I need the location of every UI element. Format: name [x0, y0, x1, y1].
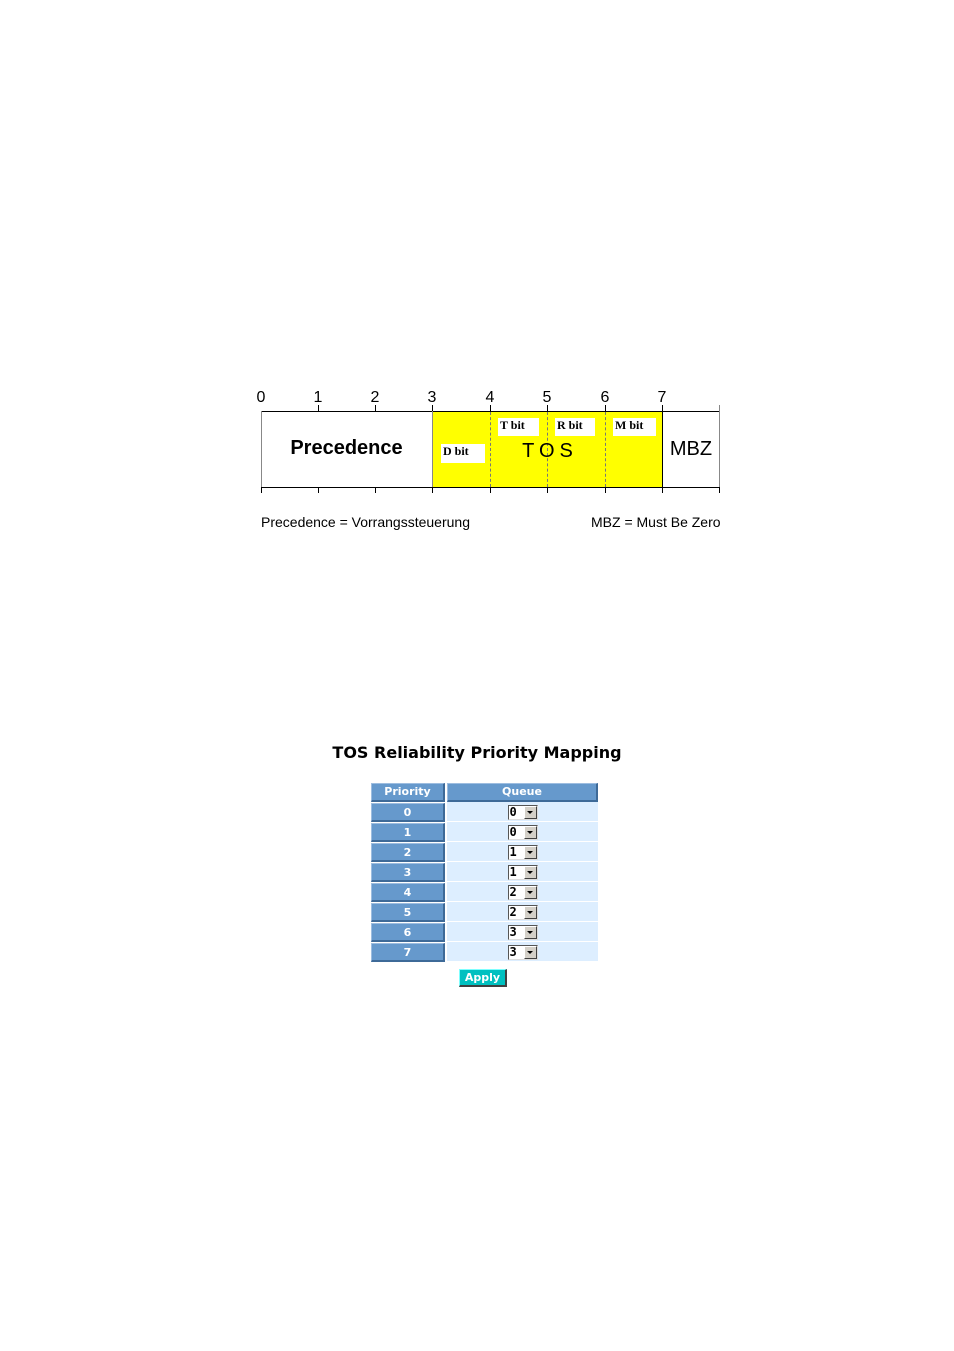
column-header-priority: Priority: [371, 783, 445, 802]
priority-cell: 0: [371, 803, 445, 822]
chevron-down-icon[interactable]: [523, 925, 537, 939]
priority-cell: 5: [371, 903, 445, 922]
table-row: 4 2: [371, 882, 598, 902]
priority-cell: 3: [371, 863, 445, 882]
priority-cell: 7: [371, 943, 445, 962]
priority-cell: 6: [371, 923, 445, 942]
queue-select[interactable]: 3: [507, 944, 538, 960]
page-title: TOS Reliability Priority Mapping: [332, 743, 622, 762]
priority-cell: 1: [371, 823, 445, 842]
field-border: [432, 411, 433, 487]
bit-position-label: 0: [256, 389, 266, 406]
table-row: 1 0: [371, 822, 598, 842]
queue-select-value: 2: [509, 904, 517, 919]
tick-mark: [375, 487, 376, 493]
tos-byte-diagram: 0 1 2 3 4 5 6 7 Precedence TOS MBZ D bit…: [0, 0, 954, 560]
chevron-down-icon[interactable]: [523, 905, 537, 919]
apply-button[interactable]: Apply: [459, 969, 507, 987]
queue-select-value: 0: [509, 824, 517, 839]
table-row: 2 1: [371, 842, 598, 862]
table-row: 6 3: [371, 922, 598, 942]
queue-select-value: 2: [509, 884, 517, 899]
priority-cell: 2: [371, 843, 445, 862]
m-bit-label: M bit: [613, 418, 656, 436]
mbz-label: MBZ: [669, 438, 713, 460]
queue-select[interactable]: 2: [507, 884, 538, 900]
priority-mapping-table: Priority Queue 0 0 1 0 2 1 3 1 4 2 5 2 6: [369, 783, 600, 962]
chevron-down-icon[interactable]: [523, 885, 537, 899]
chevron-down-icon[interactable]: [523, 805, 537, 819]
tick-mark: [490, 405, 491, 411]
precedence-label: Precedence: [290, 437, 403, 459]
table-row: 5 2: [371, 902, 598, 922]
tick-mark: [375, 405, 376, 411]
tick-mark: [432, 487, 433, 493]
chevron-down-icon[interactable]: [523, 945, 537, 959]
tick-mark: [318, 405, 319, 411]
chevron-down-icon[interactable]: [523, 845, 537, 859]
tick-mark: [605, 487, 606, 493]
queue-select-value: 3: [509, 944, 517, 959]
queue-select[interactable]: 1: [507, 864, 538, 880]
tick-mark: [318, 487, 319, 493]
tick-mark: [547, 487, 548, 493]
queue-select-value: 1: [509, 864, 517, 879]
tick-mark: [662, 487, 663, 493]
column-header-queue: Queue: [447, 783, 598, 802]
t-bit-label: T bit: [498, 418, 539, 436]
chevron-down-icon[interactable]: [523, 865, 537, 879]
queue-select-value: 0: [509, 804, 517, 819]
table-row: 0 0: [371, 802, 598, 822]
chevron-down-icon[interactable]: [523, 825, 537, 839]
tick-mark: [605, 405, 606, 411]
queue-select[interactable]: 0: [507, 804, 538, 820]
tick-mark: [261, 487, 262, 493]
table-row: 3 1: [371, 862, 598, 882]
legend-mbz: MBZ = Must Be Zero: [591, 514, 721, 530]
queue-select[interactable]: 3: [507, 924, 538, 940]
tick-mark: [719, 487, 720, 493]
tos-label: TOS: [522, 440, 578, 462]
tick-mark: [490, 487, 491, 493]
legend-precedence: Precedence = Vorrangssteuerung: [261, 514, 470, 530]
bit-separator: [490, 412, 491, 487]
bit-separator: [605, 412, 606, 487]
queue-select[interactable]: 2: [507, 904, 538, 920]
field-border: [719, 411, 720, 487]
priority-cell: 4: [371, 883, 445, 902]
table-row: 7 3: [371, 942, 598, 962]
d-bit-label: D bit: [441, 444, 485, 463]
queue-select[interactable]: 0: [507, 824, 538, 840]
r-bit-label: R bit: [555, 418, 595, 436]
queue-select-value: 3: [509, 924, 517, 939]
tick-mark: [547, 405, 548, 411]
queue-select-value: 1: [509, 844, 517, 859]
queue-select[interactable]: 1: [507, 844, 538, 860]
